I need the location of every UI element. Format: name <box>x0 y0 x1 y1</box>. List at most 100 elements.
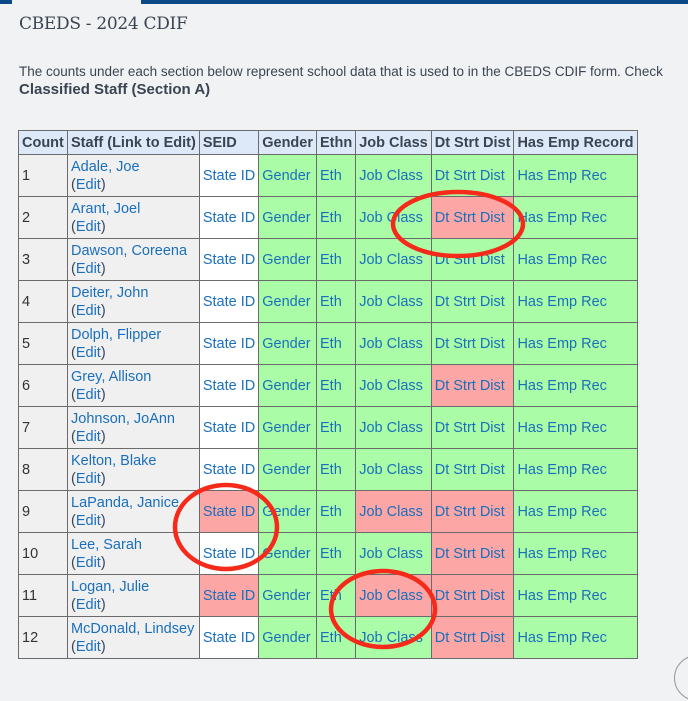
edit-link[interactable]: Edit <box>76 639 101 655</box>
ethn-link[interactable]: Eth <box>320 336 342 352</box>
staff-name-link[interactable]: Dolph, Flipper <box>71 327 161 343</box>
gender-link[interactable]: Gender <box>262 252 310 268</box>
job-class-link[interactable]: Job Class <box>359 252 423 268</box>
has-emp-rec-link[interactable]: Has Emp Rec <box>517 252 606 268</box>
dt-strt-dist-link[interactable]: Dt Strt Dist <box>435 336 505 352</box>
ethn-link[interactable]: Eth <box>320 168 342 184</box>
gender-link[interactable]: Gender <box>262 294 310 310</box>
job-class-link[interactable]: Job Class <box>359 294 423 310</box>
dt-strt-dist-link[interactable]: Dt Strt Dist <box>435 546 505 562</box>
ethn-link[interactable]: Eth <box>320 210 342 226</box>
dt-strt-dist-link[interactable]: Dt Strt Dist <box>435 210 505 226</box>
ethn-link[interactable]: Eth <box>320 252 342 268</box>
edit-link[interactable]: Edit <box>76 597 101 613</box>
seid-cell: State ID <box>198 280 260 323</box>
dt-strt-dist-link[interactable]: Dt Strt Dist <box>435 588 505 604</box>
job-class-link[interactable]: Job Class <box>359 420 423 436</box>
edit-link[interactable]: Edit <box>76 177 101 193</box>
seid-link[interactable]: State ID <box>203 336 255 352</box>
job-class-link[interactable]: Job Class <box>359 588 423 604</box>
dt-strt-dist-link[interactable]: Dt Strt Dist <box>435 168 505 184</box>
edit-link[interactable]: Edit <box>76 471 101 487</box>
seid-link[interactable]: State ID <box>203 420 255 436</box>
gender-link[interactable]: Gender <box>262 588 310 604</box>
job-class-link[interactable]: Job Class <box>359 210 423 226</box>
job-class-link[interactable]: Job Class <box>359 630 423 646</box>
ethn-link[interactable]: Eth <box>320 588 342 604</box>
staff-name-link[interactable]: McDonald, Lindsey <box>71 621 194 637</box>
has-emp-rec-link[interactable]: Has Emp Rec <box>517 294 606 310</box>
seid-link[interactable]: State ID <box>203 504 255 520</box>
seid-link[interactable]: State ID <box>203 462 255 478</box>
staff-name-link[interactable]: Adale, Joe <box>71 159 140 175</box>
edit-link[interactable]: Edit <box>76 555 101 571</box>
job-class-link[interactable]: Job Class <box>359 336 423 352</box>
seid-link[interactable]: State ID <box>203 294 255 310</box>
active-tab-indicator[interactable] <box>12 0 141 4</box>
has-emp-rec-link[interactable]: Has Emp Rec <box>517 504 606 520</box>
dt-strt-dist-link[interactable]: Dt Strt Dist <box>435 420 505 436</box>
has-emp-rec-link[interactable]: Has Emp Rec <box>517 630 606 646</box>
has-emp-rec-link[interactable]: Has Emp Rec <box>517 462 606 478</box>
edit-link[interactable]: Edit <box>76 261 101 277</box>
ethn-link[interactable]: Eth <box>320 504 342 520</box>
seid-link[interactable]: State ID <box>203 252 255 268</box>
seid-link[interactable]: State ID <box>203 168 255 184</box>
staff-name-link[interactable]: Arant, Joel <box>71 201 140 217</box>
edit-link[interactable]: Edit <box>76 387 101 403</box>
has-emp-rec-link[interactable]: Has Emp Rec <box>517 546 606 562</box>
staff-name-link[interactable]: Deiter, John <box>71 285 148 301</box>
job-class-link[interactable]: Job Class <box>359 378 423 394</box>
ethn-link[interactable]: Eth <box>320 630 342 646</box>
has-emp-rec-link[interactable]: Has Emp Rec <box>517 588 606 604</box>
ethn-link[interactable]: Eth <box>320 420 342 436</box>
gender-link[interactable]: Gender <box>262 420 310 436</box>
gender-link[interactable]: Gender <box>262 210 310 226</box>
has-emp-rec-link[interactable]: Has Emp Rec <box>517 420 606 436</box>
job-class-link[interactable]: Job Class <box>359 546 423 562</box>
gender-link[interactable]: Gender <box>262 462 310 478</box>
ethn-link[interactable]: Eth <box>320 294 342 310</box>
gender-link[interactable]: Gender <box>262 630 310 646</box>
staff-name-link[interactable]: Logan, Julie <box>71 579 149 595</box>
seid-link[interactable]: State ID <box>203 210 255 226</box>
gender-link[interactable]: Gender <box>262 504 310 520</box>
ethn-link[interactable]: Eth <box>320 462 342 478</box>
job-class-link[interactable]: Job Class <box>359 168 423 184</box>
gender-link[interactable]: Gender <box>262 378 310 394</box>
job-class-link[interactable]: Job Class <box>359 462 423 478</box>
seid-link[interactable]: State ID <box>203 378 255 394</box>
dt-strt-dist-link[interactable]: Dt Strt Dist <box>435 252 505 268</box>
seid-link[interactable]: State ID <box>203 588 255 604</box>
dt-strt-dist-link[interactable]: Dt Strt Dist <box>435 294 505 310</box>
dt-strt-dist-link[interactable]: Dt Strt Dist <box>435 462 505 478</box>
has-emp-rec-link[interactable]: Has Emp Rec <box>517 168 606 184</box>
edit-link[interactable]: Edit <box>76 429 101 445</box>
ethn-link[interactable]: Eth <box>320 378 342 394</box>
edit-link[interactable]: Edit <box>76 219 101 235</box>
staff-name-link[interactable]: LaPanda, Janice <box>71 495 179 511</box>
has-emp-rec-link[interactable]: Has Emp Rec <box>517 378 606 394</box>
has-emp-rec-link[interactable]: Has Emp Rec <box>517 336 606 352</box>
floating-help-button[interactable] <box>674 655 688 701</box>
dt-strt-dist-link[interactable]: Dt Strt Dist <box>435 630 505 646</box>
staff-name-link[interactable]: Kelton, Blake <box>71 453 156 469</box>
gender-link[interactable]: Gender <box>262 336 310 352</box>
dt-strt-dist-link[interactable]: Dt Strt Dist <box>435 504 505 520</box>
edit-link[interactable]: Edit <box>76 513 101 529</box>
dt-strt-dist-link[interactable]: Dt Strt Dist <box>435 378 505 394</box>
edit-link[interactable]: Edit <box>76 345 101 361</box>
staff-name-link[interactable]: Lee, Sarah <box>71 537 142 553</box>
staff-name-link[interactable]: Dawson, Coreena <box>71 243 187 259</box>
edit-link[interactable]: Edit <box>76 303 101 319</box>
staff-name-link[interactable]: Johnson, JoAnn <box>71 411 175 427</box>
gender-link[interactable]: Gender <box>262 546 310 562</box>
staff-name-link[interactable]: Grey, Allison <box>71 369 151 385</box>
gender-link[interactable]: Gender <box>262 168 310 184</box>
ethn-link[interactable]: Eth <box>320 546 342 562</box>
ethn-cell: Eth <box>315 616 357 659</box>
job-class-link[interactable]: Job Class <box>359 504 423 520</box>
seid-link[interactable]: State ID <box>203 630 255 646</box>
has-emp-rec-link[interactable]: Has Emp Rec <box>517 210 606 226</box>
seid-link[interactable]: State ID <box>203 546 255 562</box>
